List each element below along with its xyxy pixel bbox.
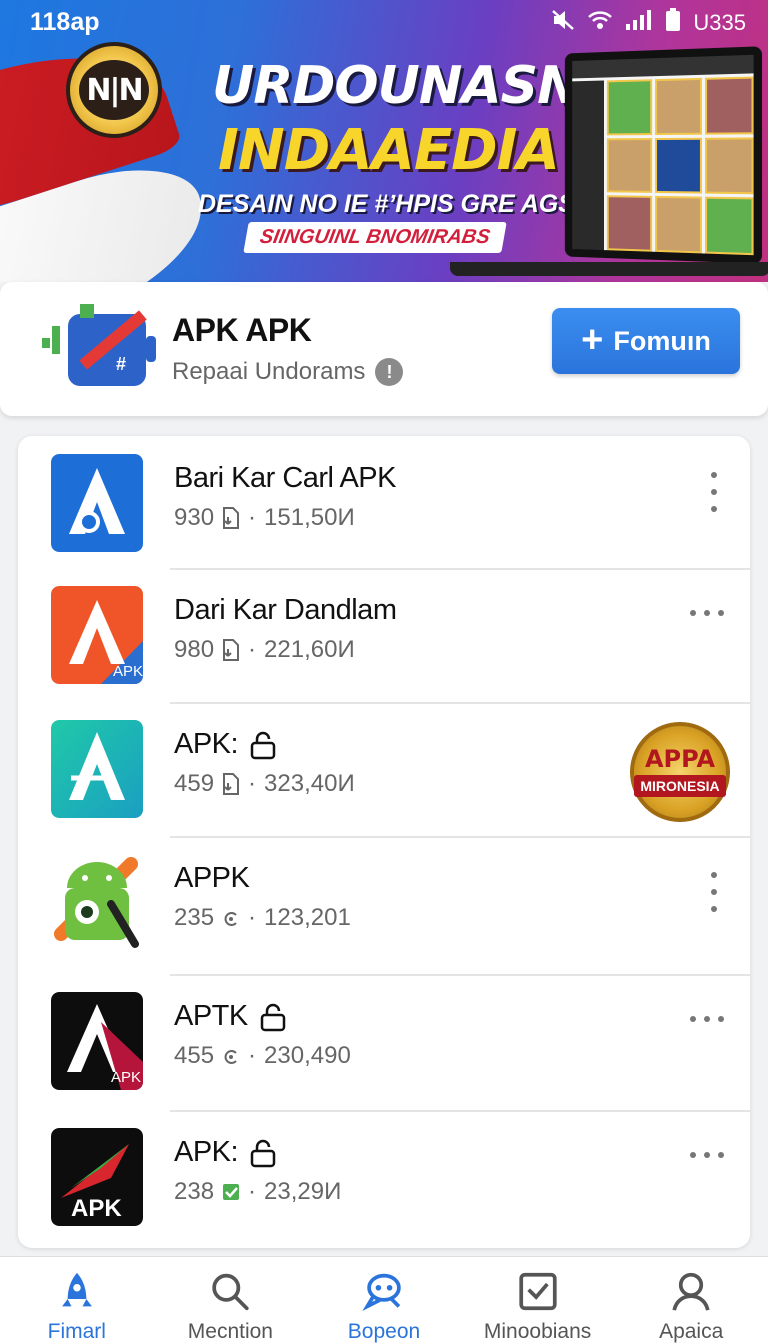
svg-text:#: # [116,354,126,374]
nav-item-fimarl[interactable]: Fimarl [0,1257,154,1344]
banner-headline-1: URDOUNASN [212,56,581,116]
teal-a-icon [51,720,143,818]
battery-icon [665,8,681,38]
brand-logo-text: N|N [86,72,143,108]
lock-icon [250,731,276,759]
plus-icon: + [581,318,604,361]
app-name: APK: [174,1136,278,1169]
verified-icon [223,1184,240,1200]
svg-text:APK: APK [71,1195,122,1222]
orange-a-icon: APK [51,586,143,684]
award-seal-badge: APPA MIRONESIA [630,722,730,822]
black-apk-icon: APK [51,1128,143,1226]
mute-icon [551,9,575,37]
banner-tagline: DESAIN NO IE #ʼHPIS GRE AGSH [198,190,593,218]
laptop-graphic [564,46,763,264]
developer-title: APK APK [172,312,312,348]
developer-subtitle-text: Repaai Undorams [172,358,366,385]
divider [170,1110,750,1112]
banner-headline-2: INDAAEDIA [218,118,560,183]
status-icons: U335 [551,8,746,38]
app-name: Bari Kar Carl APK [174,462,396,494]
battery-label: U335 [693,10,746,35]
list-item[interactable]: Bari Kar Carl APK 930 · 151,50И [18,436,750,570]
more-options-icon[interactable] [702,872,726,912]
app-meta: 235 · 123,201 [174,904,351,931]
list-item[interactable]: APK APTK 455 · 230,490 [18,974,750,1108]
status-bar: 118ap U335 [0,0,768,40]
app-meta: 238 · 23,29И [174,1178,342,1205]
banner-ribbon: SIINGUINL BNOMIRABS [243,222,507,253]
list-item[interactable]: APK APK: 238 · 23,29И [18,1110,750,1244]
app-name: APPK [174,862,250,894]
search-icon [212,1273,250,1311]
divider [170,568,750,570]
brand-logo: N|N [66,42,162,138]
file-icon [223,639,240,661]
laptop-base [450,262,768,276]
nav-item-minoobians[interactable]: Minoobians [461,1257,615,1344]
wifi-icon [587,9,613,37]
more-options-icon[interactable] [702,472,726,512]
file-icon [223,507,240,529]
nav-item-apaica[interactable]: Apaica [614,1257,768,1344]
divider [170,974,750,976]
app-meta: 980 · 221,60И [174,636,355,663]
more-options-icon[interactable] [690,608,724,618]
info-icon[interactable]: ! [375,358,404,386]
more-options-icon[interactable] [690,1014,724,1024]
android-icon [51,854,143,952]
follow-button-label: Fomuın [613,325,711,356]
app-meta: 455 · 230,490 [174,1042,351,1069]
app-name: Dari Kar Dandlam [174,594,397,626]
more-options-icon[interactable] [690,1150,724,1160]
bottom-navigation: Fimarl Mecntion Bopeon Minoobians Apaica [0,1256,768,1344]
blue-a-icon [51,454,143,552]
inbox-icon [518,1272,557,1311]
chat-bot-icon [362,1273,401,1311]
black-a-icon: APK [51,992,143,1090]
signal-icon [625,9,653,37]
file-icon [223,773,240,795]
status-time: 118ap [30,8,100,36]
app-name: APK: [174,728,278,761]
developer-android-icon: # [40,304,158,396]
profile-icon [672,1272,710,1311]
app-meta: 930 · 151,50И [174,504,355,531]
app-list: Bari Kar Carl APK 930 · 151,50И APK Dari… [18,436,750,1248]
svg-text:APK: APK [111,1069,141,1086]
promo-banner[interactable]: 118ap U335 N|N URDOUNASN INDAAEDIA DESAI… [0,0,768,282]
app-meta: 459 · 323,40И [174,770,355,797]
refresh-icon [224,912,237,926]
list-item[interactable]: APK Dari Kar Dandlam 980 · 221,60И [18,568,750,702]
divider [170,836,750,838]
nav-item-bopeon[interactable]: Bopeon [307,1257,461,1344]
follow-button[interactable]: + Fomuın [552,308,740,374]
developer-subtitle: Repaai Undorams ! [172,358,404,386]
developer-header: # APK APK Repaai Undorams ! + Fomuın [0,282,768,416]
list-item[interactable]: APPK 235 · 123,201 [18,836,750,970]
app-name: APTK [174,1000,288,1033]
lock-icon [250,1139,276,1167]
nav-item-mecntion[interactable]: Mecntion [154,1257,308,1344]
svg-text:APK: APK [113,663,143,680]
divider [170,702,750,704]
lock-icon [260,1003,285,1031]
refresh-icon [224,1050,237,1064]
rocket-icon [61,1272,92,1307]
